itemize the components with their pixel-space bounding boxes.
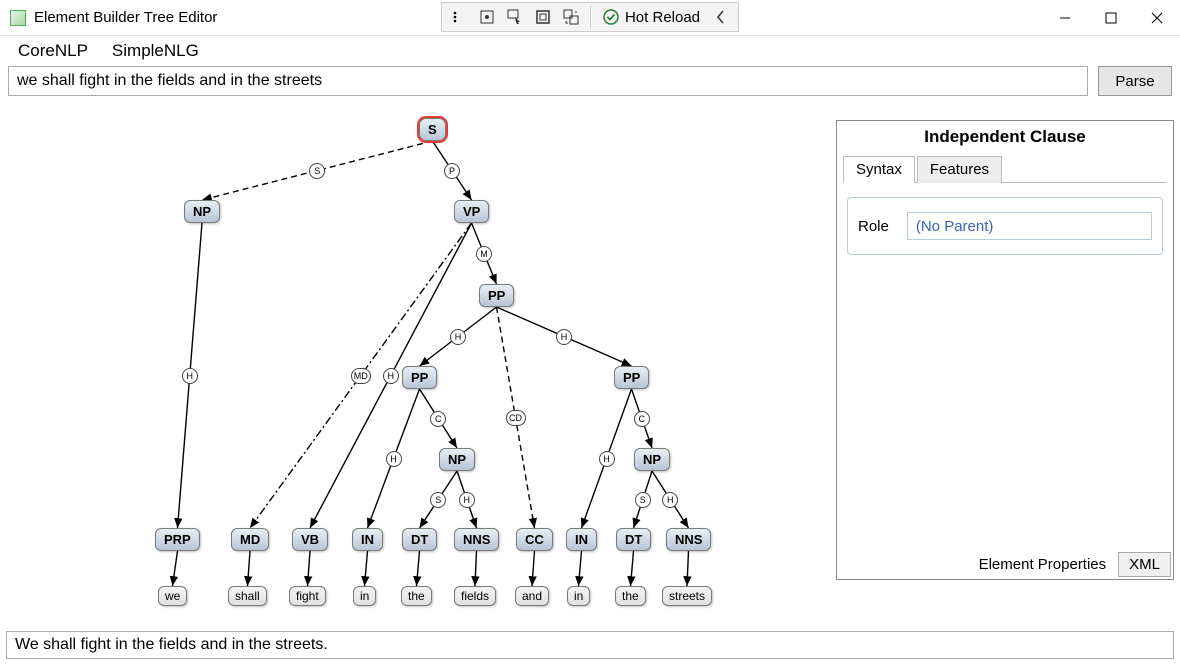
edge-label: C [634, 411, 650, 427]
tree-node[interactable]: NNS [454, 528, 499, 551]
panel-tabs: Syntax Features [843, 155, 1167, 183]
tree-node[interactable]: PP [402, 366, 437, 389]
edge-label: P [444, 163, 460, 179]
status-bar: We shall fight in the fields and in the … [6, 631, 1174, 659]
status-text: We shall fight in the fields and in the … [15, 636, 328, 654]
tree-leaf[interactable]: in [353, 586, 376, 606]
tree-leaf[interactable]: streets [662, 586, 712, 606]
edge-label: M [476, 246, 492, 262]
tree-node[interactable]: MD [231, 528, 269, 551]
tree-node[interactable]: NP [634, 448, 670, 471]
edge-label: H [383, 368, 399, 384]
check-circle-icon [603, 9, 619, 25]
minimize-button[interactable] [1042, 0, 1088, 36]
tree-node[interactable]: IN [566, 528, 597, 551]
tree-node[interactable]: DT [402, 528, 437, 551]
cursor-icon[interactable] [502, 4, 528, 30]
tree-leaf[interactable]: the [615, 586, 646, 606]
menu-corenlp[interactable]: CoreNLP [18, 41, 88, 61]
panel-body: Role (No Parent) [847, 197, 1163, 255]
tree-leaf[interactable]: in [567, 586, 590, 606]
edge-label: S [635, 492, 651, 508]
target-icon[interactable] [474, 4, 500, 30]
tree-node[interactable]: NNS [666, 528, 711, 551]
edge-label: H [459, 492, 475, 508]
tree-leaf[interactable]: the [401, 586, 432, 606]
workspace: SNPVPPPPPPPNPNPPRPMDVBINDTNNSCCINDTNNSwe… [6, 110, 1174, 627]
edge-label: MD [351, 368, 371, 384]
group-icon[interactable] [558, 4, 584, 30]
panel-bottom-tabs: Element Properties XML [973, 552, 1171, 577]
tree-node[interactable]: IN [352, 528, 383, 551]
tree-node[interactable]: PP [479, 284, 514, 307]
edge-label: C [430, 411, 446, 427]
tree-node[interactable]: NP [439, 448, 475, 471]
edge-label: H [662, 492, 678, 508]
properties-panel: Independent Clause Syntax Features Role … [836, 120, 1174, 580]
hot-reload-label: Hot Reload [625, 9, 700, 26]
tree-node[interactable]: S [419, 118, 446, 141]
title-bar: Element Builder Tree Editor Hot Reload [0, 0, 1180, 36]
debug-toolbar: Hot Reload [441, 2, 739, 32]
edge-label: H [556, 329, 572, 345]
sentence-input[interactable] [8, 66, 1088, 96]
tree-node[interactable]: CC [516, 528, 553, 551]
xml-tab[interactable]: XML [1118, 552, 1171, 577]
tree-node[interactable]: PRP [155, 528, 200, 551]
input-row: Parse [0, 66, 1180, 102]
parse-button[interactable]: Parse [1098, 66, 1172, 96]
window-title: Element Builder Tree Editor [34, 9, 217, 26]
tree-node[interactable]: VB [292, 528, 328, 551]
tab-syntax[interactable]: Syntax [843, 156, 915, 183]
vertical-dots-icon[interactable] [446, 4, 472, 30]
edge-label: H [599, 451, 615, 467]
close-button[interactable] [1134, 0, 1180, 36]
tree-leaf[interactable]: and [515, 586, 549, 606]
tree-leaf[interactable]: shall [228, 586, 267, 606]
menu-bar: CoreNLP SimpleNLG [0, 36, 1180, 66]
edge-label: H [386, 451, 402, 467]
tab-features[interactable]: Features [917, 156, 1002, 183]
menu-simplenlg[interactable]: SimpleNLG [112, 41, 199, 61]
tree-node[interactable]: DT [616, 528, 651, 551]
tree-node[interactable]: NP [184, 200, 220, 223]
tree-leaf[interactable]: fields [454, 586, 496, 606]
edge-label: S [309, 163, 325, 179]
role-value[interactable]: (No Parent) [907, 212, 1152, 240]
window-controls [1042, 0, 1180, 36]
square-icon[interactable] [530, 4, 556, 30]
tree-leaf[interactable]: fight [289, 586, 326, 606]
element-properties-tab[interactable]: Element Properties [973, 552, 1113, 577]
app-icon [10, 10, 26, 26]
edge-label: H [450, 329, 466, 345]
maximize-button[interactable] [1088, 0, 1134, 36]
edge-label: CD [506, 410, 526, 426]
tree-leaf[interactable]: we [158, 586, 187, 606]
role-label: Role [858, 218, 889, 235]
tree-node[interactable]: VP [454, 200, 489, 223]
edge-label: S [430, 492, 446, 508]
chevron-left-icon[interactable] [708, 4, 734, 30]
tree-node[interactable]: PP [614, 366, 649, 389]
panel-title: Independent Clause [837, 121, 1173, 155]
toolbar-separator [590, 6, 591, 28]
edge-label: H [182, 368, 198, 384]
tree-canvas[interactable]: SNPVPPPPPPPNPNPPRPMDVBINDTNNSCCINDTNNSwe… [6, 110, 830, 627]
hot-reload-button[interactable]: Hot Reload [597, 9, 706, 26]
